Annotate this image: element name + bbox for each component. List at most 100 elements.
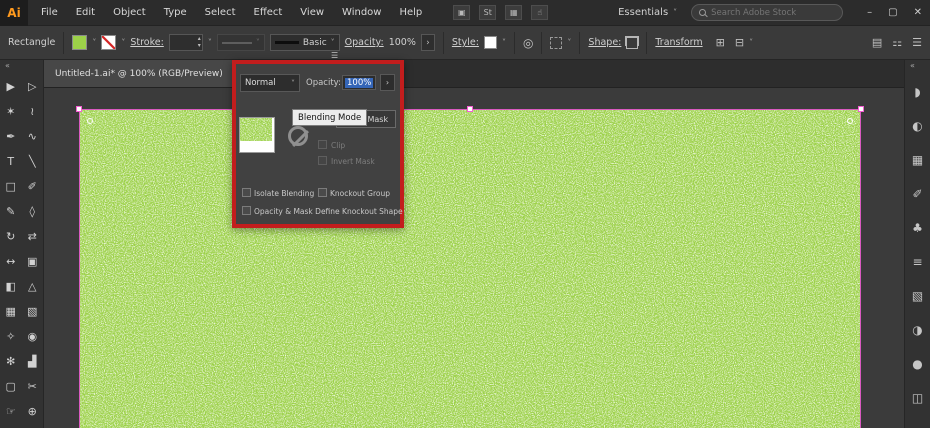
symbols-panel-icon[interactable]: ♣ <box>905 211 930 245</box>
eyedropper-tool[interactable]: ✧ <box>0 324 22 349</box>
panel-opacity-input[interactable]: 100% <box>342 75 376 90</box>
style-label[interactable]: Style: <box>452 37 479 48</box>
workspace-switcher[interactable]: Essentials ˅ <box>618 7 677 18</box>
chevron-down-icon[interactable]: ˅ <box>121 38 125 47</box>
chevron-down-icon[interactable]: ˅ <box>92 38 96 47</box>
shape-properties-icon[interactable] <box>626 36 639 49</box>
snap-options-icon[interactable]: ⚏ <box>892 36 902 49</box>
chevron-down-icon[interactable]: ˅ <box>208 38 212 47</box>
maximize-button[interactable]: ▢ <box>880 0 905 26</box>
selection-handle[interactable] <box>858 106 864 112</box>
brush-definition-dropdown[interactable]: Basic ˅ <box>269 34 340 51</box>
bridge-icon[interactable]: ▣ <box>453 5 471 20</box>
stepper-up-icon[interactable]: ▴ <box>198 35 201 42</box>
shape-builder-tool[interactable]: ◧ <box>0 274 22 299</box>
menu-item[interactable]: File <box>32 0 67 26</box>
appearance-panel-icon[interactable]: ● <box>905 347 930 381</box>
stroke-none-swatch[interactable] <box>101 35 117 50</box>
canvas[interactable] <box>44 88 904 428</box>
search-input[interactable] <box>711 7 832 18</box>
zoom-tool[interactable]: ⊕ <box>22 399 44 424</box>
width-tool[interactable]: ↔ <box>0 249 22 274</box>
control-panel-menu-icon[interactable]: ☰ <box>912 36 922 49</box>
menu-item[interactable]: Edit <box>67 0 104 26</box>
direct-selection-tool[interactable]: ▷ <box>22 74 44 99</box>
corner-widget-icon[interactable] <box>87 118 93 124</box>
touch-workspace-icon[interactable]: ☝ <box>531 5 549 20</box>
search-box[interactable] <box>691 4 844 21</box>
minimize-button[interactable]: – <box>859 0 880 26</box>
line-segment-tool[interactable]: ╲ <box>22 149 44 174</box>
selection-tool[interactable]: ▶ <box>0 74 22 99</box>
blending-mode-dropdown[interactable]: Normal ˅ <box>240 74 300 92</box>
perspective-grid-tool[interactable]: △ <box>22 274 44 299</box>
selection-handle[interactable] <box>76 106 82 112</box>
menu-item[interactable]: Help <box>390 0 431 26</box>
column-graph-tool[interactable]: ▟ <box>22 349 44 374</box>
chevron-down-icon[interactable]: ˅ <box>502 38 506 47</box>
arrange-documents-icon[interactable]: ▦ <box>505 5 523 20</box>
panel-flyout-menu-icon[interactable]: ☰ <box>331 51 338 60</box>
symbol-sprayer-tool[interactable]: ✻ <box>0 349 22 374</box>
panel-opacity-flyout-icon[interactable]: › <box>380 74 395 91</box>
knockout-shape-checkbox[interactable] <box>242 206 251 215</box>
type-tool[interactable]: T <box>0 149 22 174</box>
brushes-panel-icon[interactable]: ✐ <box>905 177 930 211</box>
hand-tool[interactable]: ☞ <box>0 399 22 424</box>
corner-widget-icon[interactable] <box>847 118 853 124</box>
menu-item[interactable]: Select <box>196 0 245 26</box>
eraser-tool[interactable]: ◊ <box>22 199 44 224</box>
select-similar-icon[interactable] <box>550 36 563 49</box>
menu-item[interactable]: View <box>291 0 333 26</box>
stroke-panel-icon[interactable]: ≡ <box>905 245 930 279</box>
menu-item[interactable]: Window <box>333 0 390 26</box>
layers-panel-icon[interactable]: ◫ <box>905 381 930 415</box>
opacity-flyout-icon[interactable]: › <box>420 34 435 51</box>
free-transform-tool[interactable]: ▣ <box>22 249 44 274</box>
shape-label[interactable]: Shape: <box>588 37 621 48</box>
swatches-panel-icon[interactable]: ▦ <box>905 143 930 177</box>
transform-label[interactable]: Transform <box>655 37 702 48</box>
chevron-down-icon[interactable]: ˅ <box>749 38 753 47</box>
blend-tool[interactable]: ◉ <box>22 324 44 349</box>
gradient-panel-icon[interactable]: ▧ <box>905 279 930 313</box>
magic-wand-tool[interactable]: ✶ <box>0 99 22 124</box>
stroke-weight-label[interactable]: Stroke: <box>130 37 163 48</box>
slice-tool[interactable]: ✂ <box>22 374 44 399</box>
opacity-label[interactable]: Opacity: <box>345 37 384 48</box>
selection-handle[interactable] <box>467 106 473 112</box>
libraries-panel-icon[interactable]: ◗ <box>905 75 930 109</box>
close-button[interactable]: ✕ <box>906 0 930 26</box>
stock-icon[interactable]: St <box>479 5 497 20</box>
chevron-down-icon[interactable]: ˅ <box>567 38 571 47</box>
recolor-artwork-icon[interactable]: ◎ <box>523 36 533 50</box>
pencil-tool[interactable]: ✎ <box>0 199 22 224</box>
reflect-tool[interactable]: ⇄ <box>22 224 44 249</box>
knockout-group-checkbox[interactable] <box>318 188 327 197</box>
opacity-value[interactable]: 100% <box>389 37 416 48</box>
artboard-tool[interactable]: ▢ <box>0 374 22 399</box>
distribute-objects-icon[interactable]: ⊟ <box>735 36 744 49</box>
arrange-icon[interactable]: ▤ <box>872 36 882 49</box>
curvature-tool[interactable]: ∿ <box>22 124 44 149</box>
stepper-down-icon[interactable]: ▾ <box>198 42 201 49</box>
document-tab[interactable]: Untitled-1.ai* @ 100% (RGB/Preview) × <box>44 60 252 87</box>
align-objects-icon[interactable]: ⊞ <box>716 36 725 49</box>
lasso-tool[interactable]: ≀ <box>22 99 44 124</box>
collapse-tools-icon[interactable]: « <box>0 60 43 74</box>
isolate-blending-checkbox[interactable] <box>242 188 251 197</box>
rotate-tool[interactable]: ↻ <box>0 224 22 249</box>
pen-tool[interactable]: ✒ <box>0 124 22 149</box>
transparency-panel-icon[interactable]: ◑ <box>905 313 930 347</box>
menu-item[interactable]: Effect <box>245 0 292 26</box>
stroke-weight-stepper[interactable]: ▴ ▾ <box>168 34 203 51</box>
paintbrush-tool[interactable]: ✐ <box>22 174 44 199</box>
expand-panels-icon[interactable]: « <box>905 60 930 75</box>
menu-item[interactable]: Type <box>155 0 196 26</box>
object-thumbnail[interactable] <box>239 117 275 153</box>
mesh-tool[interactable]: ▦ <box>0 299 22 324</box>
menu-item[interactable]: Object <box>104 0 155 26</box>
fill-color-swatch[interactable] <box>72 35 88 50</box>
rectangle-tool[interactable]: □ <box>0 174 22 199</box>
artboard[interactable] <box>76 106 864 428</box>
